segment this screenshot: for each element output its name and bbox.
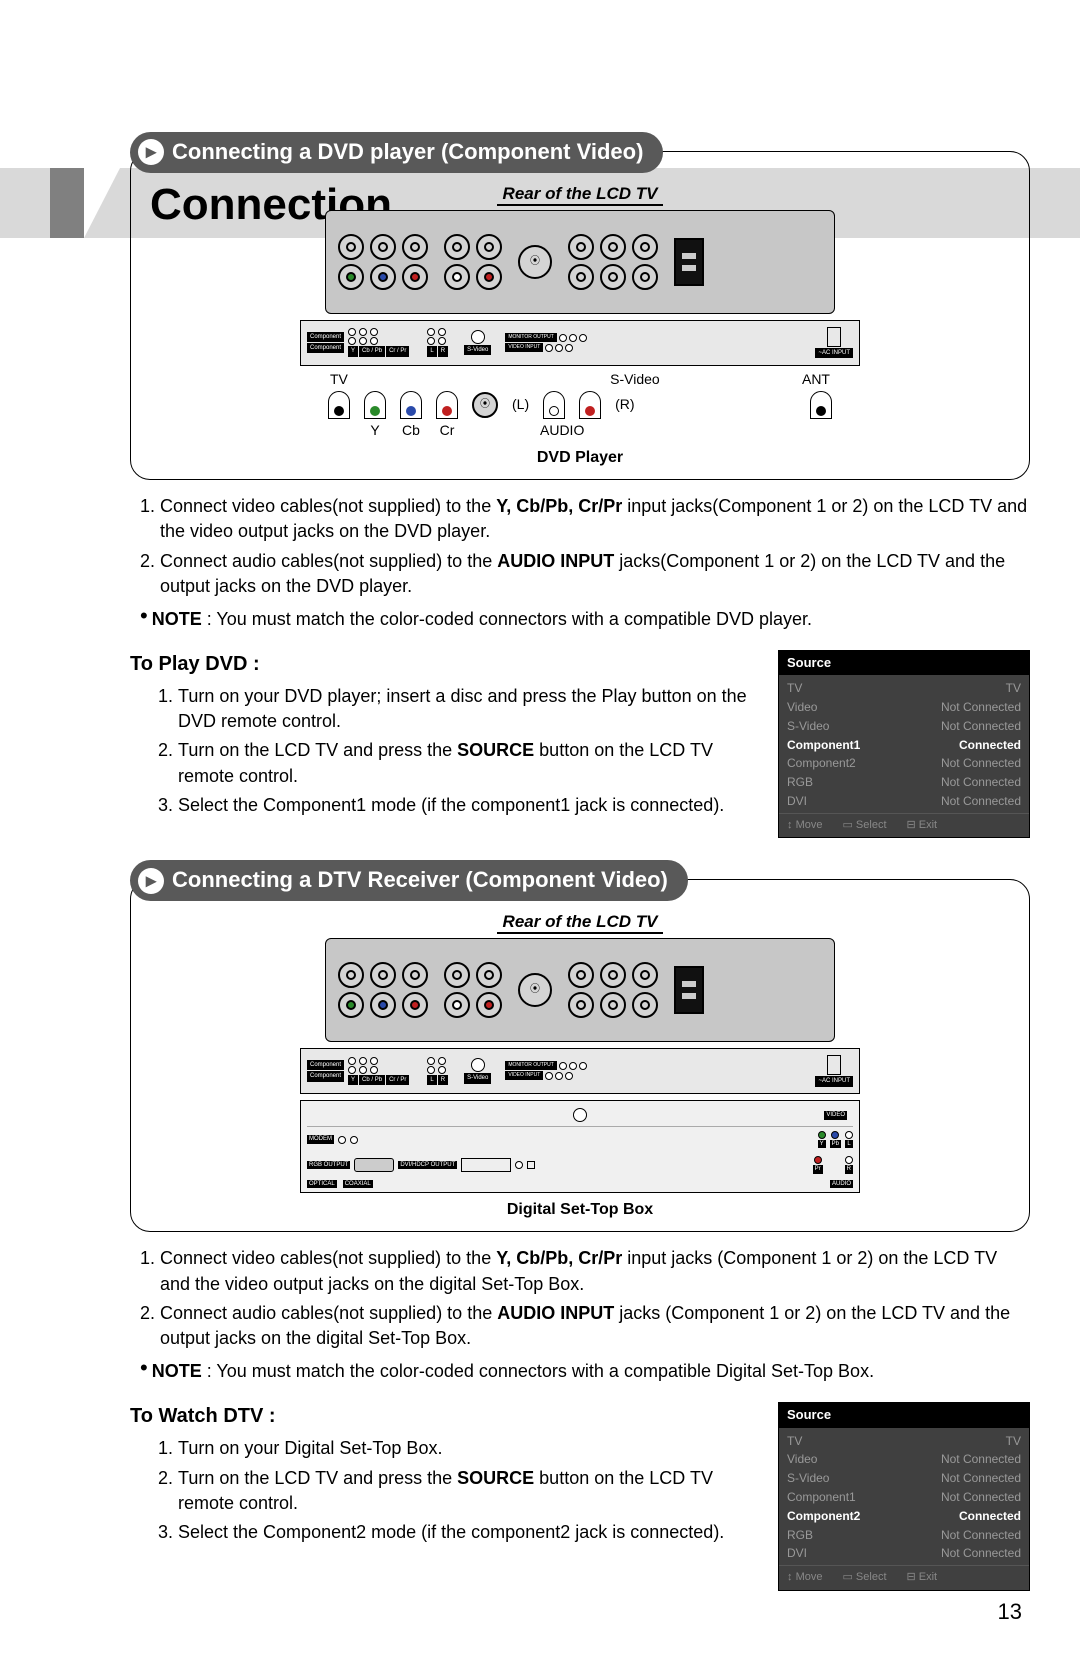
step-item: Select the Component2 mode (if the compo… bbox=[178, 1520, 748, 1545]
step-item: Connect audio cables(not supplied) to th… bbox=[160, 1301, 1030, 1351]
osd-row: Component2Connected bbox=[787, 1507, 1021, 1526]
section1-heading: Connecting a DVD player (Component Video… bbox=[172, 137, 643, 168]
osd-row: Component2Not Connected bbox=[787, 754, 1021, 773]
osd-row: Component1Not Connected bbox=[787, 1488, 1021, 1507]
settop-box: VIDEO MODEM Y Pb L RGB OUTPUT DVI/HDC bbox=[300, 1100, 860, 1193]
step-item: Turn on the LCD TV and press the SOURCE … bbox=[178, 1466, 748, 1516]
step-item: Select the Component1 mode (if the compo… bbox=[178, 793, 748, 818]
step-item: Turn on the LCD TV and press the SOURCE … bbox=[178, 738, 748, 788]
step-item: Connect audio cables(not supplied) to th… bbox=[160, 549, 1030, 599]
step-item: Connect video cables(not supplied) to th… bbox=[160, 494, 1030, 544]
osd-row: TVTV bbox=[787, 1432, 1021, 1451]
osd-row: DVINot Connected bbox=[787, 792, 1021, 811]
osd-row: TVTV bbox=[787, 679, 1021, 698]
step-item: Turn on your DVD player; insert a disc a… bbox=[178, 684, 748, 734]
rear-panel-2: ⦿ bbox=[325, 938, 835, 1042]
to-play-heading: To Play DVD : bbox=[130, 650, 748, 678]
play-icon: ▸ bbox=[138, 868, 164, 894]
step-item: Turn on your Digital Set-Top Box. bbox=[178, 1436, 748, 1461]
osd-row: DVINot Connected bbox=[787, 1544, 1021, 1563]
label-strip: Component Component YCb / PbCr / Pr LR S… bbox=[300, 320, 860, 366]
step-item: Connect video cables(not supplied) to th… bbox=[160, 1246, 1030, 1296]
section1-diagram: Rear of the LCD TV ⦿ Component Component bbox=[130, 151, 1030, 480]
section2-note: • NOTE : You must match the color-coded … bbox=[140, 1359, 1030, 1384]
osd-source-1: Source TVTVVideoNot ConnectedS-VideoNot … bbox=[778, 650, 1030, 838]
dvd-caption: DVD Player bbox=[141, 447, 1019, 469]
osd-row: VideoNot Connected bbox=[787, 698, 1021, 717]
osd-row: S-VideoNot Connected bbox=[787, 1469, 1021, 1488]
section1-steps: Connect video cables(not supplied) to th… bbox=[130, 494, 1030, 599]
section2-steps: Connect video cables(not supplied) to th… bbox=[130, 1246, 1030, 1351]
plug-labels-bottom: Y Cb Cr AUDIO bbox=[300, 421, 860, 441]
section1-note: • NOTE : You must match the color-coded … bbox=[140, 607, 1030, 632]
svideo-jack: ⦿ bbox=[518, 245, 552, 279]
osd-row: S-VideoNot Connected bbox=[787, 717, 1021, 736]
osd-row: Component1Connected bbox=[787, 736, 1021, 755]
section2-heading: Connecting a DTV Receiver (Component Vid… bbox=[172, 865, 668, 896]
osd-row: RGBNot Connected bbox=[787, 773, 1021, 792]
osd-source-2: Source TVTVVideoNot ConnectedS-VideoNot … bbox=[778, 1402, 1030, 1590]
osd-row: RGBNot Connected bbox=[787, 1526, 1021, 1545]
plug-labels-top: TV S-Video ANT bbox=[300, 370, 860, 390]
osd-row: VideoNot Connected bbox=[787, 1450, 1021, 1469]
section1-heading-pill: ▸ Connecting a DVD player (Component Vid… bbox=[130, 132, 663, 173]
rear-panel: ⦿ bbox=[325, 210, 835, 314]
header-slash bbox=[84, 168, 120, 238]
rear-caption-2: Rear of the LCD TV bbox=[141, 910, 1019, 934]
stb-caption: Digital Set-Top Box bbox=[141, 1199, 1019, 1221]
to-watch-steps: Turn on your Digital Set-Top Box. Turn on… bbox=[130, 1436, 748, 1545]
to-play-steps: Turn on your DVD player; insert a disc a… bbox=[130, 684, 748, 818]
section2-heading-pill: ▸ Connecting a DTV Receiver (Component V… bbox=[130, 860, 688, 901]
dvd-plugs: ⦿ (L) (R) bbox=[300, 391, 860, 419]
header-accent bbox=[50, 168, 84, 238]
ac-input bbox=[674, 238, 704, 286]
rear-caption: Rear of the LCD TV bbox=[141, 182, 1019, 206]
page-number: 13 bbox=[998, 1597, 1022, 1628]
to-watch-heading: To Watch DTV : bbox=[130, 1402, 748, 1430]
label-strip-2: Component Component YCb / PbCr / Pr LR S… bbox=[300, 1048, 860, 1094]
section2-diagram: Rear of the LCD TV ⦿ Component Component bbox=[130, 879, 1030, 1232]
play-icon: ▸ bbox=[138, 139, 164, 165]
